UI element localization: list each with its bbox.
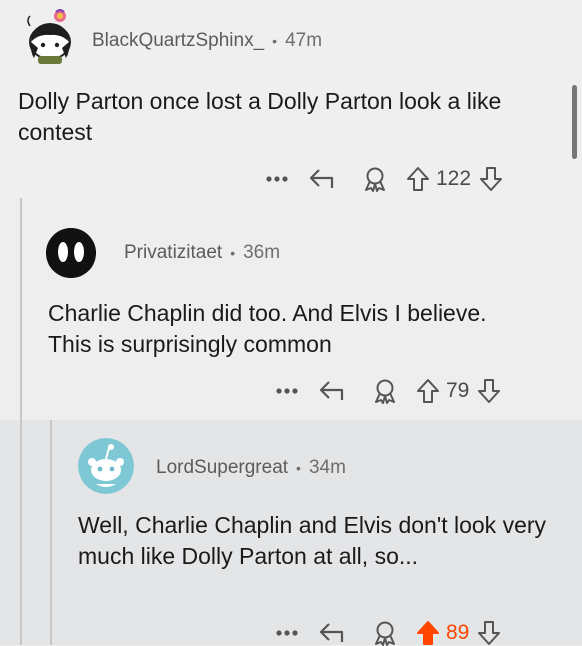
upvote-icon — [417, 621, 439, 645]
comment-body: Dolly Parton once lost a Dolly Parton lo… — [18, 88, 502, 145]
timestamp: 34m — [308, 457, 346, 478]
thread-line[interactable] — [20, 198, 22, 422]
timestamp: 36m — [243, 242, 281, 263]
upvote-icon — [407, 167, 429, 191]
more-options-button[interactable] — [272, 388, 302, 394]
upvote-button[interactable] — [410, 620, 446, 646]
more-icon — [276, 630, 298, 636]
comment-actions: 89 — [272, 620, 503, 646]
reply-button[interactable] — [302, 379, 360, 403]
timestamp: 47m — [285, 30, 323, 51]
vote-count: 89 — [446, 621, 470, 644]
upvote-icon — [417, 379, 439, 403]
reply-icon — [309, 169, 334, 188]
award-button[interactable] — [350, 166, 400, 192]
username[interactable]: BlackQuartzSphinx_ — [92, 30, 264, 52]
comment-actions: 122 — [262, 166, 505, 192]
more-icon — [276, 388, 298, 394]
award-button[interactable] — [360, 378, 410, 404]
downvote-button[interactable] — [477, 166, 505, 192]
thread-line[interactable] — [50, 420, 52, 645]
comment-body: Charlie Chaplin did too. And Elvis I bel… — [48, 300, 487, 357]
comment-meta: BlackQuartzSphinx_ • 47m — [92, 30, 322, 52]
downvote-button[interactable] — [475, 620, 503, 646]
reply-icon — [319, 381, 344, 400]
user-avatar-lordsupergreat[interactable] — [78, 438, 134, 494]
user-avatar-blackquartzsphinx[interactable] — [24, 8, 76, 64]
username[interactable]: LordSupergreat — [156, 457, 288, 479]
scrollbar-thumb[interactable] — [572, 85, 577, 159]
thread-line[interactable] — [20, 420, 22, 645]
username[interactable]: Privatizitaet — [124, 242, 222, 264]
more-options-button[interactable] — [262, 176, 292, 182]
vote-count: 122 — [436, 167, 472, 190]
snoo-avatar-icon — [78, 438, 134, 494]
comment-actions: 79 — [272, 378, 503, 404]
reply-icon — [319, 623, 344, 642]
upvote-button[interactable] — [410, 378, 446, 404]
separator-dot: • — [272, 33, 278, 49]
award-icon — [365, 167, 385, 192]
comment-2: Privatizitaet • 36m Charlie Chaplin did … — [0, 198, 582, 422]
comment-body: Well, Charlie Chaplin and Elvis don't lo… — [78, 512, 547, 569]
upvote-button[interactable] — [400, 166, 436, 192]
award-button[interactable] — [360, 620, 410, 646]
comment-meta: Privatizitaet • 36m — [124, 242, 280, 264]
downvote-icon — [478, 379, 501, 403]
comment-1: BlackQuartzSphinx_ • 47m Dolly Parton on… — [0, 0, 582, 200]
award-icon — [375, 379, 395, 404]
downvote-icon — [480, 167, 503, 191]
downvote-button[interactable] — [475, 378, 503, 404]
more-icon — [266, 176, 288, 182]
comment-meta: LordSupergreat • 34m — [156, 457, 346, 479]
reply-button[interactable] — [302, 621, 360, 645]
vote-count: 79 — [446, 379, 470, 402]
snoo-avatar-icon — [27, 9, 71, 64]
eyes-avatar-icon — [46, 228, 96, 278]
separator-dot: • — [230, 245, 236, 261]
user-avatar-privatizitaet[interactable] — [46, 228, 96, 278]
downvote-icon — [478, 621, 501, 645]
separator-dot: • — [296, 460, 301, 476]
reply-button[interactable] — [292, 167, 350, 191]
more-options-button[interactable] — [272, 630, 302, 636]
award-icon — [375, 621, 395, 646]
comment-3: LordSupergreat • 34m Well, Charlie Chapl… — [0, 420, 582, 646]
